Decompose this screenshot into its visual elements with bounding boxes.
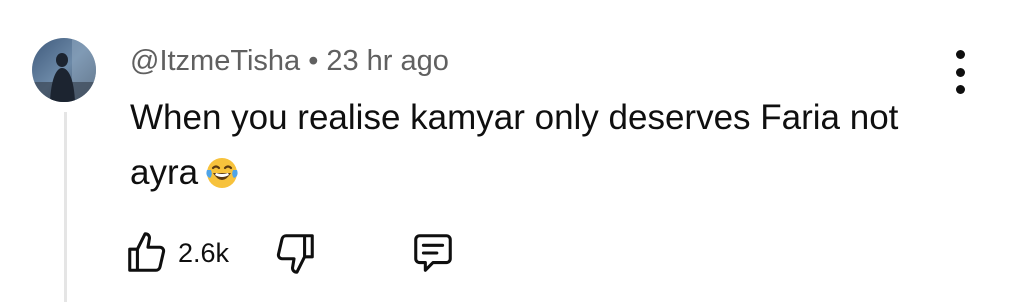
face-with-tears-of-joy-icon [204,151,240,206]
avatar-image [32,38,96,102]
reply-button[interactable] [410,230,456,276]
comment-author[interactable]: @ItzmeTisha [130,45,300,77]
reply-comment-icon [414,234,452,272]
comment-thread-line [64,112,67,302]
dislike-button[interactable] [272,230,318,276]
thumbs-down-outline-icon [276,234,314,274]
like-count: 2.6k [178,237,230,268]
comment-timestamp[interactable]: 23 hr ago [326,45,449,77]
comment-body: When you realise kamyar only deserves Fa… [130,90,950,206]
thumbs-up-outline-icon [128,232,166,272]
like-button[interactable]: 2.6k [124,230,229,276]
meta-separator: • [308,45,319,77]
comment-text: When you realise kamyar only deserves Fa… [130,98,899,192]
ellipsis-dot [955,67,965,77]
more-options-button[interactable] [944,50,976,94]
avatar[interactable] [32,38,96,102]
vertical-ellipsis-icon [955,50,965,59]
ellipsis-dot [955,85,965,94]
comment-meta: @ItzmeTisha • 23 hr ago [130,43,449,79]
